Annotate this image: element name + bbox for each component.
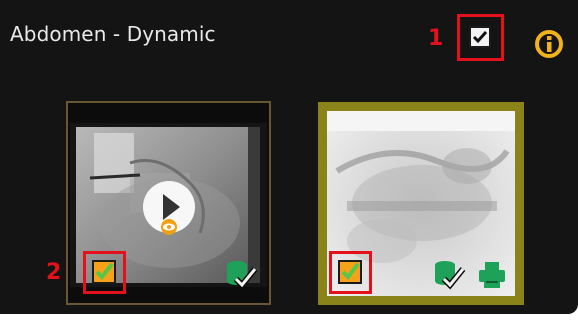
play-icon[interactable] xyxy=(138,178,200,240)
archived-check-icon xyxy=(227,261,258,290)
info-icon[interactable] xyxy=(534,29,564,59)
callout-number-2: 2 xyxy=(46,260,62,285)
image-checkbox-2[interactable] xyxy=(338,260,362,284)
series-panel: Abdomen - Dynamic 1 2 xyxy=(0,0,578,314)
series-select-checkbox[interactable] xyxy=(469,26,491,48)
checkmark-icon xyxy=(472,31,488,44)
print-icon xyxy=(479,262,505,288)
image-checkbox-1[interactable] xyxy=(92,260,116,284)
callout-number-1: 1 xyxy=(428,26,444,51)
panel-title: Abdomen - Dynamic xyxy=(10,22,216,46)
archived-check-icon xyxy=(435,261,466,290)
